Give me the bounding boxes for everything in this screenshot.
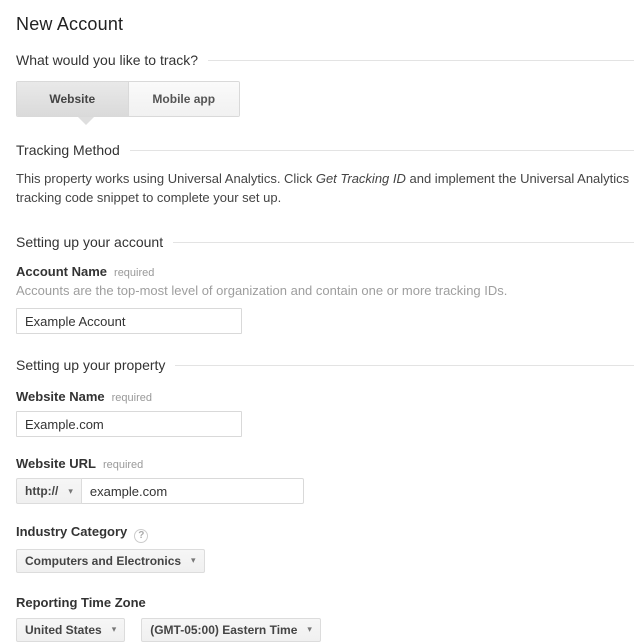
tab-mobile-app-label: Mobile app <box>152 92 215 106</box>
industry-category-row: Computers and Electronics ▾ <box>16 549 634 573</box>
industry-category-value: Computers and Electronics <box>25 554 181 568</box>
account-name-input[interactable] <box>16 308 242 334</box>
track-section-heading: What would you like to track? <box>16 52 634 68</box>
help-icon[interactable]: ? <box>134 529 148 543</box>
industry-category-label-row: Industry Category ? <box>16 524 634 541</box>
account-name-helper: Accounts are the top-most level of organ… <box>16 283 634 298</box>
website-name-input[interactable] <box>16 411 242 437</box>
time-zone-dropdown[interactable]: (GMT-05:00) Eastern Time ▾ <box>141 618 321 642</box>
tab-website-label: Website <box>49 92 95 106</box>
chevron-down-icon: ▾ <box>307 625 312 634</box>
account-name-label: Account Name <box>16 264 107 279</box>
country-dropdown[interactable]: United States ▾ <box>16 618 125 642</box>
chevron-down-icon: ▾ <box>112 625 117 634</box>
section-rule <box>173 242 634 243</box>
section-rule <box>130 150 634 151</box>
website-url-label: Website URL <box>16 456 96 471</box>
section-rule <box>175 365 634 366</box>
website-url-required-tag: required <box>103 459 143 471</box>
account-heading-text: Setting up your account <box>16 234 163 250</box>
reporting-time-zone-row: United States ▾ (GMT-05:00) Eastern Time… <box>16 618 634 642</box>
tab-mobile-app[interactable]: Mobile app <box>129 82 240 116</box>
website-url-input[interactable] <box>82 478 304 504</box>
tracking-method-heading: Tracking Method <box>16 142 634 158</box>
industry-category-dropdown[interactable]: Computers and Electronics ▾ <box>16 549 205 573</box>
website-name-label-row: Website Name required <box>16 389 634 404</box>
chevron-down-icon: ▾ <box>68 487 73 496</box>
selected-tab-pointer-icon <box>78 117 94 125</box>
new-account-page: New Account What would you like to track… <box>0 0 640 642</box>
account-name-label-row: Account Name required <box>16 264 634 279</box>
tracking-method-description: This property works using Universal Anal… <box>16 169 634 207</box>
tab-website[interactable]: Website <box>17 82 129 116</box>
account-section-heading: Setting up your account <box>16 234 634 250</box>
reporting-time-zone-label-row: Reporting Time Zone <box>16 595 634 610</box>
track-heading-text: What would you like to track? <box>16 52 198 68</box>
track-type-tabs: Website Mobile app <box>16 81 240 117</box>
tracking-desc-italic: Get Tracking ID <box>316 171 406 186</box>
url-protocol-value: http:// <box>25 484 58 498</box>
tracking-method-heading-text: Tracking Method <box>16 142 120 158</box>
time-zone-value: (GMT-05:00) Eastern Time <box>150 623 297 637</box>
industry-category-label: Industry Category <box>16 524 127 539</box>
page-title: New Account <box>16 14 634 35</box>
website-url-label-row: Website URL required <box>16 456 634 471</box>
website-name-label: Website Name <box>16 389 105 404</box>
country-value: United States <box>25 623 102 637</box>
account-name-required-tag: required <box>114 267 154 279</box>
url-protocol-dropdown[interactable]: http:// ▾ <box>16 478 82 504</box>
property-section-heading: Setting up your property <box>16 357 634 373</box>
reporting-time-zone-label: Reporting Time Zone <box>16 595 146 610</box>
chevron-down-icon: ▾ <box>191 556 196 565</box>
tracking-desc-pre: This property works using Universal Anal… <box>16 171 316 186</box>
website-url-row: http:// ▾ <box>16 478 634 504</box>
section-rule <box>208 60 634 61</box>
property-heading-text: Setting up your property <box>16 357 165 373</box>
website-name-required-tag: required <box>112 392 152 404</box>
